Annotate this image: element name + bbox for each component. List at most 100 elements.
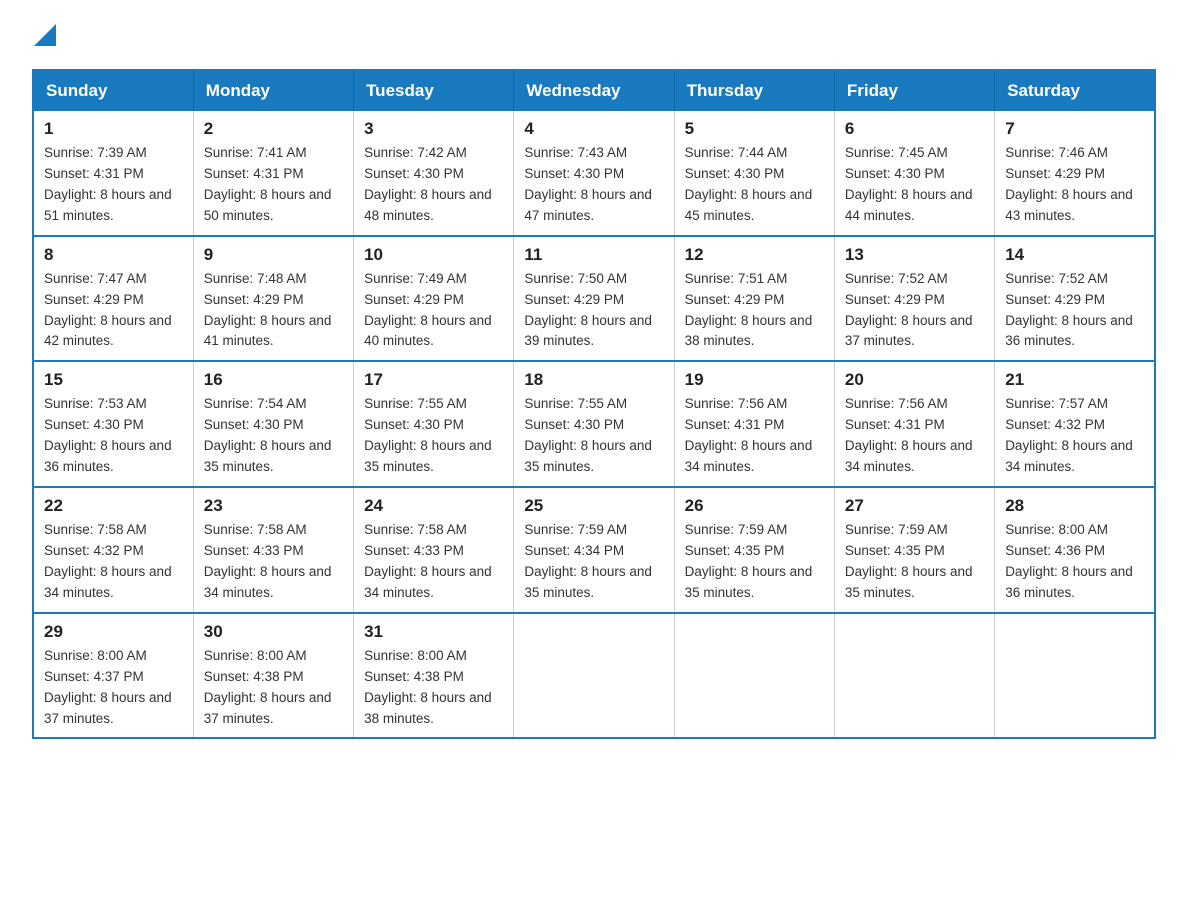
calendar-cell: 4 Sunrise: 7:43 AMSunset: 4:30 PMDayligh… xyxy=(514,111,674,236)
calendar-cell: 25 Sunrise: 7:59 AMSunset: 4:34 PMDaylig… xyxy=(514,487,674,613)
calendar-week-row: 1 Sunrise: 7:39 AMSunset: 4:31 PMDayligh… xyxy=(33,111,1155,236)
calendar-cell: 9 Sunrise: 7:48 AMSunset: 4:29 PMDayligh… xyxy=(193,236,353,362)
calendar-cell: 5 Sunrise: 7:44 AMSunset: 4:30 PMDayligh… xyxy=(674,111,834,236)
day-number: 8 xyxy=(44,245,183,265)
day-info: Sunrise: 7:58 AMSunset: 4:33 PMDaylight:… xyxy=(364,522,492,600)
day-number: 17 xyxy=(364,370,503,390)
day-info: Sunrise: 7:50 AMSunset: 4:29 PMDaylight:… xyxy=(524,271,652,349)
calendar-cell: 24 Sunrise: 7:58 AMSunset: 4:33 PMDaylig… xyxy=(354,487,514,613)
calendar-cell: 8 Sunrise: 7:47 AMSunset: 4:29 PMDayligh… xyxy=(33,236,193,362)
calendar-cell: 10 Sunrise: 7:49 AMSunset: 4:29 PMDaylig… xyxy=(354,236,514,362)
day-number: 13 xyxy=(845,245,984,265)
calendar-week-row: 22 Sunrise: 7:58 AMSunset: 4:32 PMDaylig… xyxy=(33,487,1155,613)
calendar-cell: 17 Sunrise: 7:55 AMSunset: 4:30 PMDaylig… xyxy=(354,361,514,487)
day-number: 11 xyxy=(524,245,663,265)
day-info: Sunrise: 7:55 AMSunset: 4:30 PMDaylight:… xyxy=(524,396,652,474)
calendar-cell: 27 Sunrise: 7:59 AMSunset: 4:35 PMDaylig… xyxy=(834,487,994,613)
day-info: Sunrise: 7:56 AMSunset: 4:31 PMDaylight:… xyxy=(845,396,973,474)
day-number: 2 xyxy=(204,119,343,139)
page-header xyxy=(32,24,1156,51)
day-number: 23 xyxy=(204,496,343,516)
day-number: 10 xyxy=(364,245,503,265)
day-info: Sunrise: 7:54 AMSunset: 4:30 PMDaylight:… xyxy=(204,396,332,474)
calendar-cell xyxy=(995,613,1155,739)
day-info: Sunrise: 7:42 AMSunset: 4:30 PMDaylight:… xyxy=(364,145,492,223)
day-number: 28 xyxy=(1005,496,1144,516)
calendar-cell: 26 Sunrise: 7:59 AMSunset: 4:35 PMDaylig… xyxy=(674,487,834,613)
day-info: Sunrise: 7:58 AMSunset: 4:33 PMDaylight:… xyxy=(204,522,332,600)
calendar-cell: 13 Sunrise: 7:52 AMSunset: 4:29 PMDaylig… xyxy=(834,236,994,362)
day-info: Sunrise: 7:55 AMSunset: 4:30 PMDaylight:… xyxy=(364,396,492,474)
day-info: Sunrise: 7:43 AMSunset: 4:30 PMDaylight:… xyxy=(524,145,652,223)
day-number: 21 xyxy=(1005,370,1144,390)
day-number: 20 xyxy=(845,370,984,390)
day-info: Sunrise: 7:47 AMSunset: 4:29 PMDaylight:… xyxy=(44,271,172,349)
calendar-header-row: SundayMondayTuesdayWednesdayThursdayFrid… xyxy=(33,70,1155,111)
day-number: 7 xyxy=(1005,119,1144,139)
day-number: 12 xyxy=(685,245,824,265)
calendar-cell xyxy=(514,613,674,739)
day-number: 27 xyxy=(845,496,984,516)
calendar-cell: 15 Sunrise: 7:53 AMSunset: 4:30 PMDaylig… xyxy=(33,361,193,487)
day-number: 3 xyxy=(364,119,503,139)
calendar-cell: 23 Sunrise: 7:58 AMSunset: 4:33 PMDaylig… xyxy=(193,487,353,613)
day-number: 16 xyxy=(204,370,343,390)
header-sunday: Sunday xyxy=(33,70,193,111)
header-tuesday: Tuesday xyxy=(354,70,514,111)
day-info: Sunrise: 7:49 AMSunset: 4:29 PMDaylight:… xyxy=(364,271,492,349)
calendar-cell: 30 Sunrise: 8:00 AMSunset: 4:38 PMDaylig… xyxy=(193,613,353,739)
day-info: Sunrise: 7:51 AMSunset: 4:29 PMDaylight:… xyxy=(685,271,813,349)
calendar-cell: 14 Sunrise: 7:52 AMSunset: 4:29 PMDaylig… xyxy=(995,236,1155,362)
calendar-cell: 11 Sunrise: 7:50 AMSunset: 4:29 PMDaylig… xyxy=(514,236,674,362)
day-info: Sunrise: 7:44 AMSunset: 4:30 PMDaylight:… xyxy=(685,145,813,223)
day-info: Sunrise: 7:48 AMSunset: 4:29 PMDaylight:… xyxy=(204,271,332,349)
day-number: 31 xyxy=(364,622,503,642)
day-number: 9 xyxy=(204,245,343,265)
day-info: Sunrise: 7:57 AMSunset: 4:32 PMDaylight:… xyxy=(1005,396,1133,474)
calendar-cell: 21 Sunrise: 7:57 AMSunset: 4:32 PMDaylig… xyxy=(995,361,1155,487)
logo xyxy=(32,24,56,51)
calendar-cell: 1 Sunrise: 7:39 AMSunset: 4:31 PMDayligh… xyxy=(33,111,193,236)
header-friday: Friday xyxy=(834,70,994,111)
day-number: 30 xyxy=(204,622,343,642)
calendar-week-row: 15 Sunrise: 7:53 AMSunset: 4:30 PMDaylig… xyxy=(33,361,1155,487)
day-number: 22 xyxy=(44,496,183,516)
day-number: 24 xyxy=(364,496,503,516)
calendar-cell: 12 Sunrise: 7:51 AMSunset: 4:29 PMDaylig… xyxy=(674,236,834,362)
calendar-cell: 29 Sunrise: 8:00 AMSunset: 4:37 PMDaylig… xyxy=(33,613,193,739)
day-number: 1 xyxy=(44,119,183,139)
day-number: 14 xyxy=(1005,245,1144,265)
calendar-cell: 6 Sunrise: 7:45 AMSunset: 4:30 PMDayligh… xyxy=(834,111,994,236)
day-number: 4 xyxy=(524,119,663,139)
day-info: Sunrise: 7:56 AMSunset: 4:31 PMDaylight:… xyxy=(685,396,813,474)
calendar-cell: 16 Sunrise: 7:54 AMSunset: 4:30 PMDaylig… xyxy=(193,361,353,487)
calendar-cell: 20 Sunrise: 7:56 AMSunset: 4:31 PMDaylig… xyxy=(834,361,994,487)
day-info: Sunrise: 7:45 AMSunset: 4:30 PMDaylight:… xyxy=(845,145,973,223)
header-wednesday: Wednesday xyxy=(514,70,674,111)
day-number: 18 xyxy=(524,370,663,390)
day-info: Sunrise: 7:59 AMSunset: 4:35 PMDaylight:… xyxy=(685,522,813,600)
calendar-cell: 28 Sunrise: 8:00 AMSunset: 4:36 PMDaylig… xyxy=(995,487,1155,613)
calendar-cell: 31 Sunrise: 8:00 AMSunset: 4:38 PMDaylig… xyxy=(354,613,514,739)
day-info: Sunrise: 8:00 AMSunset: 4:36 PMDaylight:… xyxy=(1005,522,1133,600)
calendar-week-row: 29 Sunrise: 8:00 AMSunset: 4:37 PMDaylig… xyxy=(33,613,1155,739)
calendar-cell: 22 Sunrise: 7:58 AMSunset: 4:32 PMDaylig… xyxy=(33,487,193,613)
calendar-cell: 3 Sunrise: 7:42 AMSunset: 4:30 PMDayligh… xyxy=(354,111,514,236)
calendar-week-row: 8 Sunrise: 7:47 AMSunset: 4:29 PMDayligh… xyxy=(33,236,1155,362)
day-number: 5 xyxy=(685,119,824,139)
day-number: 19 xyxy=(685,370,824,390)
day-info: Sunrise: 7:53 AMSunset: 4:30 PMDaylight:… xyxy=(44,396,172,474)
day-number: 29 xyxy=(44,622,183,642)
day-info: Sunrise: 7:59 AMSunset: 4:35 PMDaylight:… xyxy=(845,522,973,600)
day-info: Sunrise: 8:00 AMSunset: 4:37 PMDaylight:… xyxy=(44,648,172,726)
day-info: Sunrise: 7:59 AMSunset: 4:34 PMDaylight:… xyxy=(524,522,652,600)
calendar-table: SundayMondayTuesdayWednesdayThursdayFrid… xyxy=(32,69,1156,739)
day-info: Sunrise: 7:41 AMSunset: 4:31 PMDaylight:… xyxy=(204,145,332,223)
header-monday: Monday xyxy=(193,70,353,111)
day-info: Sunrise: 7:52 AMSunset: 4:29 PMDaylight:… xyxy=(1005,271,1133,349)
day-info: Sunrise: 7:58 AMSunset: 4:32 PMDaylight:… xyxy=(44,522,172,600)
day-info: Sunrise: 8:00 AMSunset: 4:38 PMDaylight:… xyxy=(204,648,332,726)
day-info: Sunrise: 7:39 AMSunset: 4:31 PMDaylight:… xyxy=(44,145,172,223)
day-info: Sunrise: 8:00 AMSunset: 4:38 PMDaylight:… xyxy=(364,648,492,726)
calendar-cell xyxy=(674,613,834,739)
